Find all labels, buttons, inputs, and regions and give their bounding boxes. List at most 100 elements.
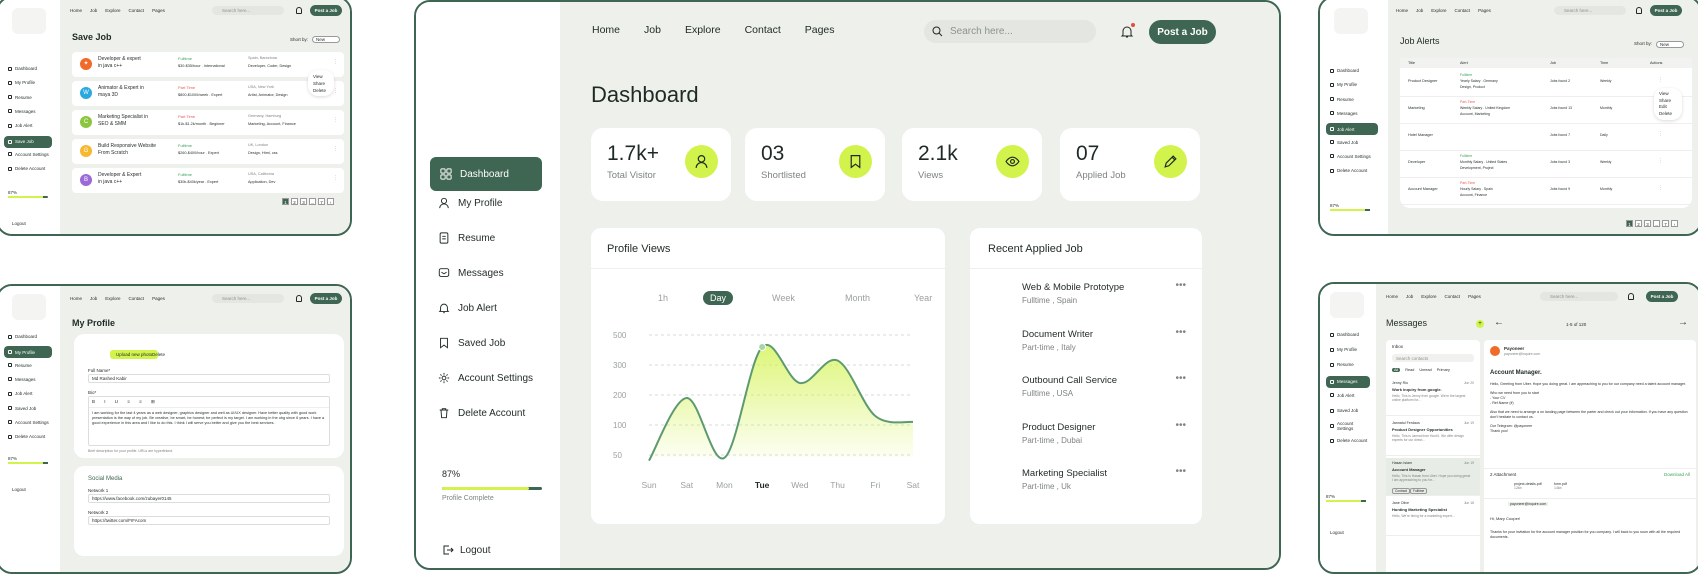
table-row[interactable]: Product DesignerFulltimeYearly Salary . …	[1400, 71, 1692, 97]
page-button[interactable]: 1	[1626, 220, 1633, 227]
page-button[interactable]: ›	[1671, 220, 1678, 227]
back-arrow-icon[interactable]: ←	[1494, 317, 1504, 328]
more-options-icon[interactable]: ⋮	[333, 175, 338, 181]
more-options-icon[interactable]: ⋮	[333, 146, 338, 152]
reply-greeting[interactable]: Hi, Mary Cooper!	[1490, 516, 1520, 521]
sidebar-item-account-settings[interactable]: Account Settings	[1326, 152, 1378, 161]
nav-contact[interactable]: Contact	[1445, 294, 1461, 299]
more-options-icon[interactable]: •••	[1175, 466, 1186, 477]
sidebar-item-messages[interactable]: Messages	[1326, 109, 1378, 118]
nav-home[interactable]: Home	[1396, 8, 1408, 13]
page-button[interactable]: ›	[327, 198, 334, 205]
delete-photo-button[interactable]: Delete	[152, 352, 165, 357]
nav-explore[interactable]: Explore	[685, 24, 721, 36]
page-button[interactable]: 2	[1635, 220, 1642, 227]
recent-job-item[interactable]: Outbound Call ServiceFulltime , USA•••	[970, 375, 1202, 415]
nav-pages[interactable]: Pages	[1478, 8, 1491, 13]
saved-job-row[interactable]: WAnimator & Expert inmaya 3DPart Time$80…	[72, 81, 344, 106]
logout-button[interactable]: Logout	[442, 544, 491, 556]
compose-button[interactable]: +	[1476, 320, 1484, 328]
post-job-button[interactable]: Post a Job	[1149, 20, 1216, 44]
more-options-icon[interactable]: •••	[1175, 420, 1186, 431]
logout-link[interactable]: Logout	[1330, 530, 1344, 535]
more-options-icon[interactable]: •••	[1175, 373, 1186, 384]
search-input[interactable]: Search here...	[1554, 6, 1626, 15]
page-button[interactable]: 2	[291, 198, 298, 205]
search-input[interactable]: Search here...	[212, 294, 284, 303]
sidebar-item-my-profile[interactable]: My Profile	[438, 192, 548, 214]
post-job-button[interactable]: Post a Job	[1650, 5, 1682, 16]
logout-link[interactable]: Logout	[12, 487, 26, 492]
sidebar-item-saved-job[interactable]: Saved Job	[1326, 406, 1370, 415]
post-job-button[interactable]: Post a Job	[310, 5, 342, 16]
notification-bell-icon[interactable]	[1120, 25, 1134, 39]
reply-to-field[interactable]: payoneer@inquire.com	[1508, 502, 1548, 506]
message-list-item[interactable]: Jane OliveJun 18Hunting Marketing Specia…	[1386, 498, 1480, 536]
recent-job-item[interactable]: Document WriterPart-time , Italy•••	[970, 329, 1202, 369]
nav-pages[interactable]: Pages	[1468, 294, 1481, 299]
sidebar-item-delete-account[interactable]: Delete Account	[438, 402, 548, 424]
sidebar-item-delete-account[interactable]: Delete Account	[4, 432, 52, 441]
sidebar-item-resume[interactable]: Resume	[438, 227, 548, 249]
network-1-input[interactable]: https://www.facebook.com/zubayer0145	[88, 494, 330, 503]
sidebar-item-job-alert[interactable]: Job Alert	[4, 121, 52, 130]
more-options-icon[interactable]: ⋮	[333, 59, 338, 65]
menu-delete[interactable]: Delete	[313, 87, 329, 94]
sidebar-item-saved-job[interactable]: Saved Job	[1326, 138, 1378, 147]
sidebar-item-my-profile[interactable]: My Profile	[4, 346, 52, 358]
sidebar-item-resume[interactable]: Resume	[4, 361, 52, 370]
nav-explore[interactable]: Explore	[105, 8, 120, 13]
page-button[interactable]: ...	[1653, 220, 1660, 227]
sidebar-item-saved-job[interactable]: Saved Job	[438, 332, 548, 354]
filter-unread[interactable]: Unread	[1419, 368, 1431, 372]
sort-select[interactable]: New	[312, 36, 340, 43]
more-options-icon[interactable]: ⋮	[333, 88, 338, 94]
sidebar-item-my-profile[interactable]: My Profile	[4, 78, 52, 87]
menu-view[interactable]: View	[313, 73, 329, 80]
nav-home[interactable]: Home	[592, 24, 620, 36]
sidebar-item-my-profile[interactable]: My Profile	[1326, 345, 1370, 354]
sidebar-item-job-alert[interactable]: Job Alert	[438, 297, 548, 319]
sidebar-item-account-settings[interactable]: Account Settings	[4, 418, 52, 427]
network-2-input[interactable]: https://twitter.com/FIFAcom	[88, 516, 330, 525]
sidebar-item-delete-account[interactable]: Delete Account	[4, 164, 52, 173]
sidebar-item-saved-job[interactable]: Saved Job	[4, 404, 52, 413]
filter-all[interactable]: All	[1392, 368, 1400, 372]
reply-body[interactable]: Thanks for your invitation for the accou…	[1490, 530, 1688, 540]
nav-contact[interactable]: Contact	[129, 296, 145, 301]
nav-pages[interactable]: Pages	[152, 8, 165, 13]
sidebar-item-delete-account[interactable]: Delete Account	[1326, 166, 1378, 175]
nav-contact[interactable]: Contact	[129, 8, 145, 13]
nav-home[interactable]: Home	[70, 296, 82, 301]
data-point[interactable]	[759, 344, 766, 351]
nav-explore[interactable]: Explore	[1421, 294, 1436, 299]
contact-search-input[interactable]: Search contacts	[1392, 354, 1474, 362]
nav-home[interactable]: Home	[70, 8, 82, 13]
table-row[interactable]: DeveloperFulltimeMonthly Salary . United…	[1400, 152, 1692, 178]
sidebar-item-save-job[interactable]: Save Job	[4, 136, 52, 148]
nav-pages[interactable]: Pages	[805, 24, 835, 36]
recent-job-item[interactable]: Web & Mobile PrototypeFulltime , Spain••…	[970, 282, 1202, 322]
bio-editor[interactable]: B I U ≡ ≡ ⊞ I am working for the last 4 …	[88, 396, 330, 446]
menu-delete[interactable]: Delete	[1659, 111, 1677, 118]
sidebar-item-messages[interactable]: Messages	[1326, 376, 1370, 388]
page-button[interactable]: ...	[309, 198, 316, 205]
search-input[interactable]: Search here...	[1540, 292, 1618, 301]
nav-contact[interactable]: Contact	[745, 24, 781, 36]
search-input[interactable]: Search here...	[924, 20, 1096, 43]
recent-job-item[interactable]: Product DesignerPart-time , Dubai•••	[970, 422, 1202, 462]
more-options-icon[interactable]: ⋮	[1658, 185, 1663, 191]
sidebar-item-resume[interactable]: Resume	[1326, 95, 1378, 104]
more-options-icon[interactable]: ⋮	[333, 117, 338, 123]
recent-job-item[interactable]: Marketing SpecialistPart-time , Uk•••	[970, 468, 1202, 508]
nav-job[interactable]: Job	[1416, 8, 1423, 13]
nav-job[interactable]: Job	[644, 24, 661, 36]
bell-icon[interactable]	[296, 7, 302, 14]
sidebar-item-delete-account[interactable]: Delete Account	[1326, 436, 1370, 445]
logout-link[interactable]: Logout	[12, 221, 26, 226]
sidebar-item-dashboard[interactable]: Dashboard	[430, 157, 542, 191]
filter-primary[interactable]: Primary	[1437, 368, 1450, 372]
sidebar-item-account-settings[interactable]: Account Settings	[4, 150, 52, 159]
nav-home[interactable]: Home	[1386, 294, 1398, 299]
sidebar-item-job-alert[interactable]: Job Alert	[4, 389, 52, 398]
